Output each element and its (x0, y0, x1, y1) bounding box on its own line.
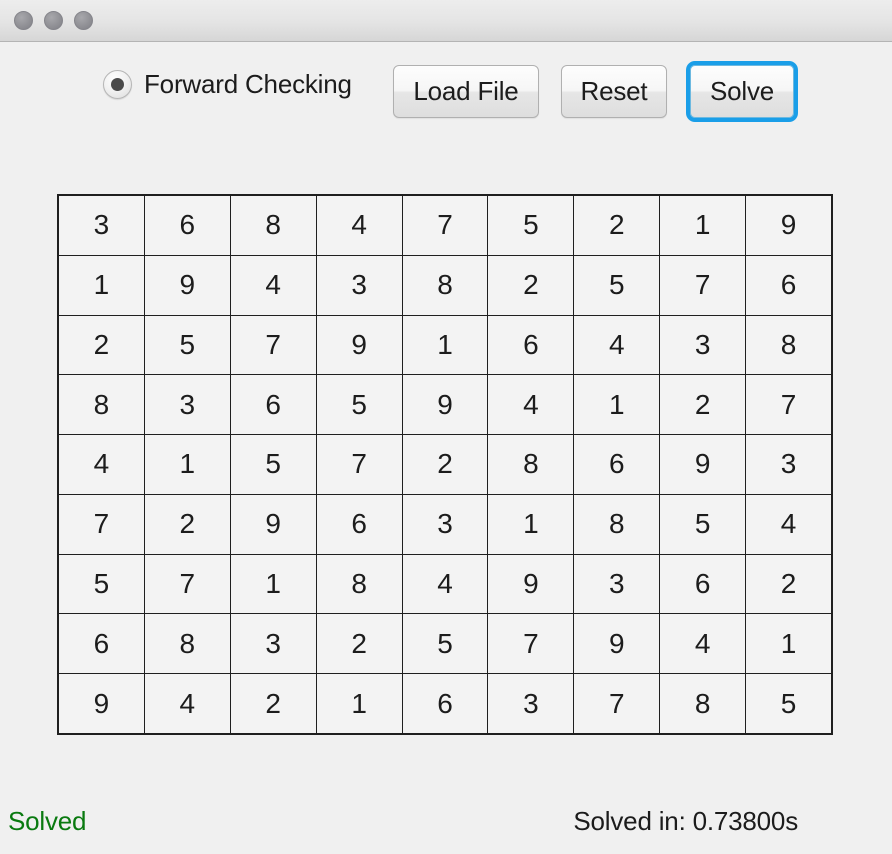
status-message: Solved (8, 806, 87, 836)
sudoku-cell[interactable]: 5 (488, 196, 574, 255)
sudoku-cell[interactable]: 6 (574, 435, 660, 494)
sudoku-cell[interactable]: 7 (402, 196, 488, 255)
sudoku-cell[interactable]: 4 (660, 614, 746, 674)
sudoku-cell[interactable]: 9 (746, 196, 831, 255)
sudoku-cell[interactable]: 4 (488, 375, 574, 435)
sudoku-cell[interactable]: 3 (316, 255, 402, 315)
sudoku-cell[interactable]: 6 (144, 196, 230, 255)
zoom-button[interactable] (74, 11, 93, 30)
sudoku-cell[interactable]: 3 (660, 315, 746, 375)
window-title-bar (0, 0, 892, 42)
sudoku-cell[interactable]: 1 (488, 494, 574, 554)
sudoku-cell[interactable]: 3 (230, 614, 316, 674)
sudoku-cell[interactable]: 5 (230, 435, 316, 494)
sudoku-cell[interactable]: 6 (488, 315, 574, 375)
sudoku-cell[interactable]: 8 (660, 674, 746, 733)
sudoku-cell[interactable]: 3 (144, 375, 230, 435)
sudoku-cell[interactable]: 2 (316, 614, 402, 674)
sudoku-cell[interactable]: 5 (402, 614, 488, 674)
window-controls (14, 11, 93, 30)
sudoku-cell[interactable]: 9 (488, 554, 574, 614)
sudoku-cell[interactable]: 7 (144, 554, 230, 614)
toolbar: Forward Checking Load File Reset Solve (0, 42, 892, 152)
sudoku-cell[interactable]: 3 (746, 435, 831, 494)
sudoku-cell[interactable]: 6 (402, 674, 488, 733)
radio-forward-checking-label: Forward Checking (144, 68, 352, 99)
sudoku-cell[interactable]: 1 (402, 315, 488, 375)
sudoku-cell[interactable]: 6 (316, 494, 402, 554)
sudoku-cell[interactable]: 7 (746, 375, 831, 435)
sudoku-cell[interactable]: 2 (488, 255, 574, 315)
status-bar: Solved Solved in: 0.73800s (0, 794, 892, 854)
sudoku-cell[interactable]: 1 (746, 614, 831, 674)
sudoku-cell[interactable]: 8 (316, 554, 402, 614)
sudoku-cell[interactable]: 1 (144, 435, 230, 494)
sudoku-cell[interactable]: 4 (574, 315, 660, 375)
sudoku-cell[interactable]: 3 (402, 494, 488, 554)
solve-button[interactable]: Solve (686, 61, 798, 122)
sudoku-cell[interactable]: 4 (316, 196, 402, 255)
sudoku-cell[interactable]: 4 (746, 494, 831, 554)
sudoku-cell[interactable]: 3 (574, 554, 660, 614)
sudoku-cell[interactable]: 8 (144, 614, 230, 674)
solve-time-label: Solved in: 0.73800s (573, 806, 798, 836)
sudoku-cell[interactable]: 1 (230, 554, 316, 614)
sudoku-cell[interactable]: 6 (230, 375, 316, 435)
sudoku-cell[interactable]: 3 (488, 674, 574, 733)
sudoku-cell[interactable]: 8 (746, 315, 831, 375)
sudoku-cell[interactable]: 2 (59, 315, 144, 375)
sudoku-cell[interactable]: 2 (660, 375, 746, 435)
sudoku-cell[interactable]: 2 (230, 674, 316, 733)
sudoku-cell[interactable]: 6 (746, 255, 831, 315)
sudoku-cell[interactable]: 5 (59, 554, 144, 614)
sudoku-cell[interactable]: 2 (402, 435, 488, 494)
sudoku-cell[interactable]: 2 (746, 554, 831, 614)
radio-button-icon[interactable] (103, 69, 132, 99)
sudoku-cell[interactable]: 9 (660, 435, 746, 494)
sudoku-cell[interactable]: 5 (660, 494, 746, 554)
radio-selected-dot-icon (111, 77, 124, 91)
sudoku-cell[interactable]: 9 (144, 255, 230, 315)
radio-forward-checking[interactable]: Forward Checking (103, 65, 352, 103)
sudoku-cell[interactable]: 9 (316, 315, 402, 375)
sudoku-cell[interactable]: 5 (144, 315, 230, 375)
sudoku-cell[interactable]: 5 (574, 255, 660, 315)
sudoku-cell[interactable]: 4 (144, 674, 230, 733)
sudoku-cell[interactable]: 9 (574, 614, 660, 674)
sudoku-cell[interactable]: 6 (59, 614, 144, 674)
sudoku-cell[interactable]: 1 (660, 196, 746, 255)
sudoku-cell[interactable]: 1 (316, 674, 402, 733)
sudoku-cell[interactable]: 5 (746, 674, 831, 733)
sudoku-cell[interactable]: 8 (230, 196, 316, 255)
sudoku-cell[interactable]: 7 (316, 435, 402, 494)
sudoku-cell[interactable]: 4 (59, 435, 144, 494)
sudoku-cell[interactable]: 4 (402, 554, 488, 614)
close-button[interactable] (14, 11, 33, 30)
sudoku-cell[interactable]: 1 (59, 255, 144, 315)
sudoku-cell[interactable]: 8 (574, 494, 660, 554)
minimize-button[interactable] (44, 11, 63, 30)
sudoku-cell[interactable]: 9 (402, 375, 488, 435)
sudoku-cell[interactable]: 1 (574, 375, 660, 435)
sudoku-cell[interactable]: 5 (316, 375, 402, 435)
sudoku-cell[interactable]: 8 (488, 435, 574, 494)
sudoku-cell[interactable]: 3 (59, 196, 144, 255)
sudoku-cell[interactable]: 2 (144, 494, 230, 554)
sudoku-cell[interactable]: 8 (59, 375, 144, 435)
sudoku-cell[interactable]: 7 (660, 255, 746, 315)
sudoku-cell[interactable]: 9 (230, 494, 316, 554)
sudoku-cell[interactable]: 4 (230, 255, 316, 315)
sudoku-cell[interactable]: 7 (230, 315, 316, 375)
sudoku-cell[interactable]: 8 (402, 255, 488, 315)
reset-button[interactable]: Reset (561, 65, 667, 118)
sudoku-cell[interactable]: 6 (660, 554, 746, 614)
sudoku-cell[interactable]: 9 (59, 674, 144, 733)
sudoku-cell[interactable]: 7 (59, 494, 144, 554)
sudoku-cell[interactable]: 2 (574, 196, 660, 255)
load-file-button[interactable]: Load File (393, 65, 539, 118)
sudoku-cell[interactable]: 7 (574, 674, 660, 733)
sudoku-cell[interactable]: 7 (488, 614, 574, 674)
sudoku-grid: 3684752191943825762579164388365941274157… (57, 194, 833, 735)
